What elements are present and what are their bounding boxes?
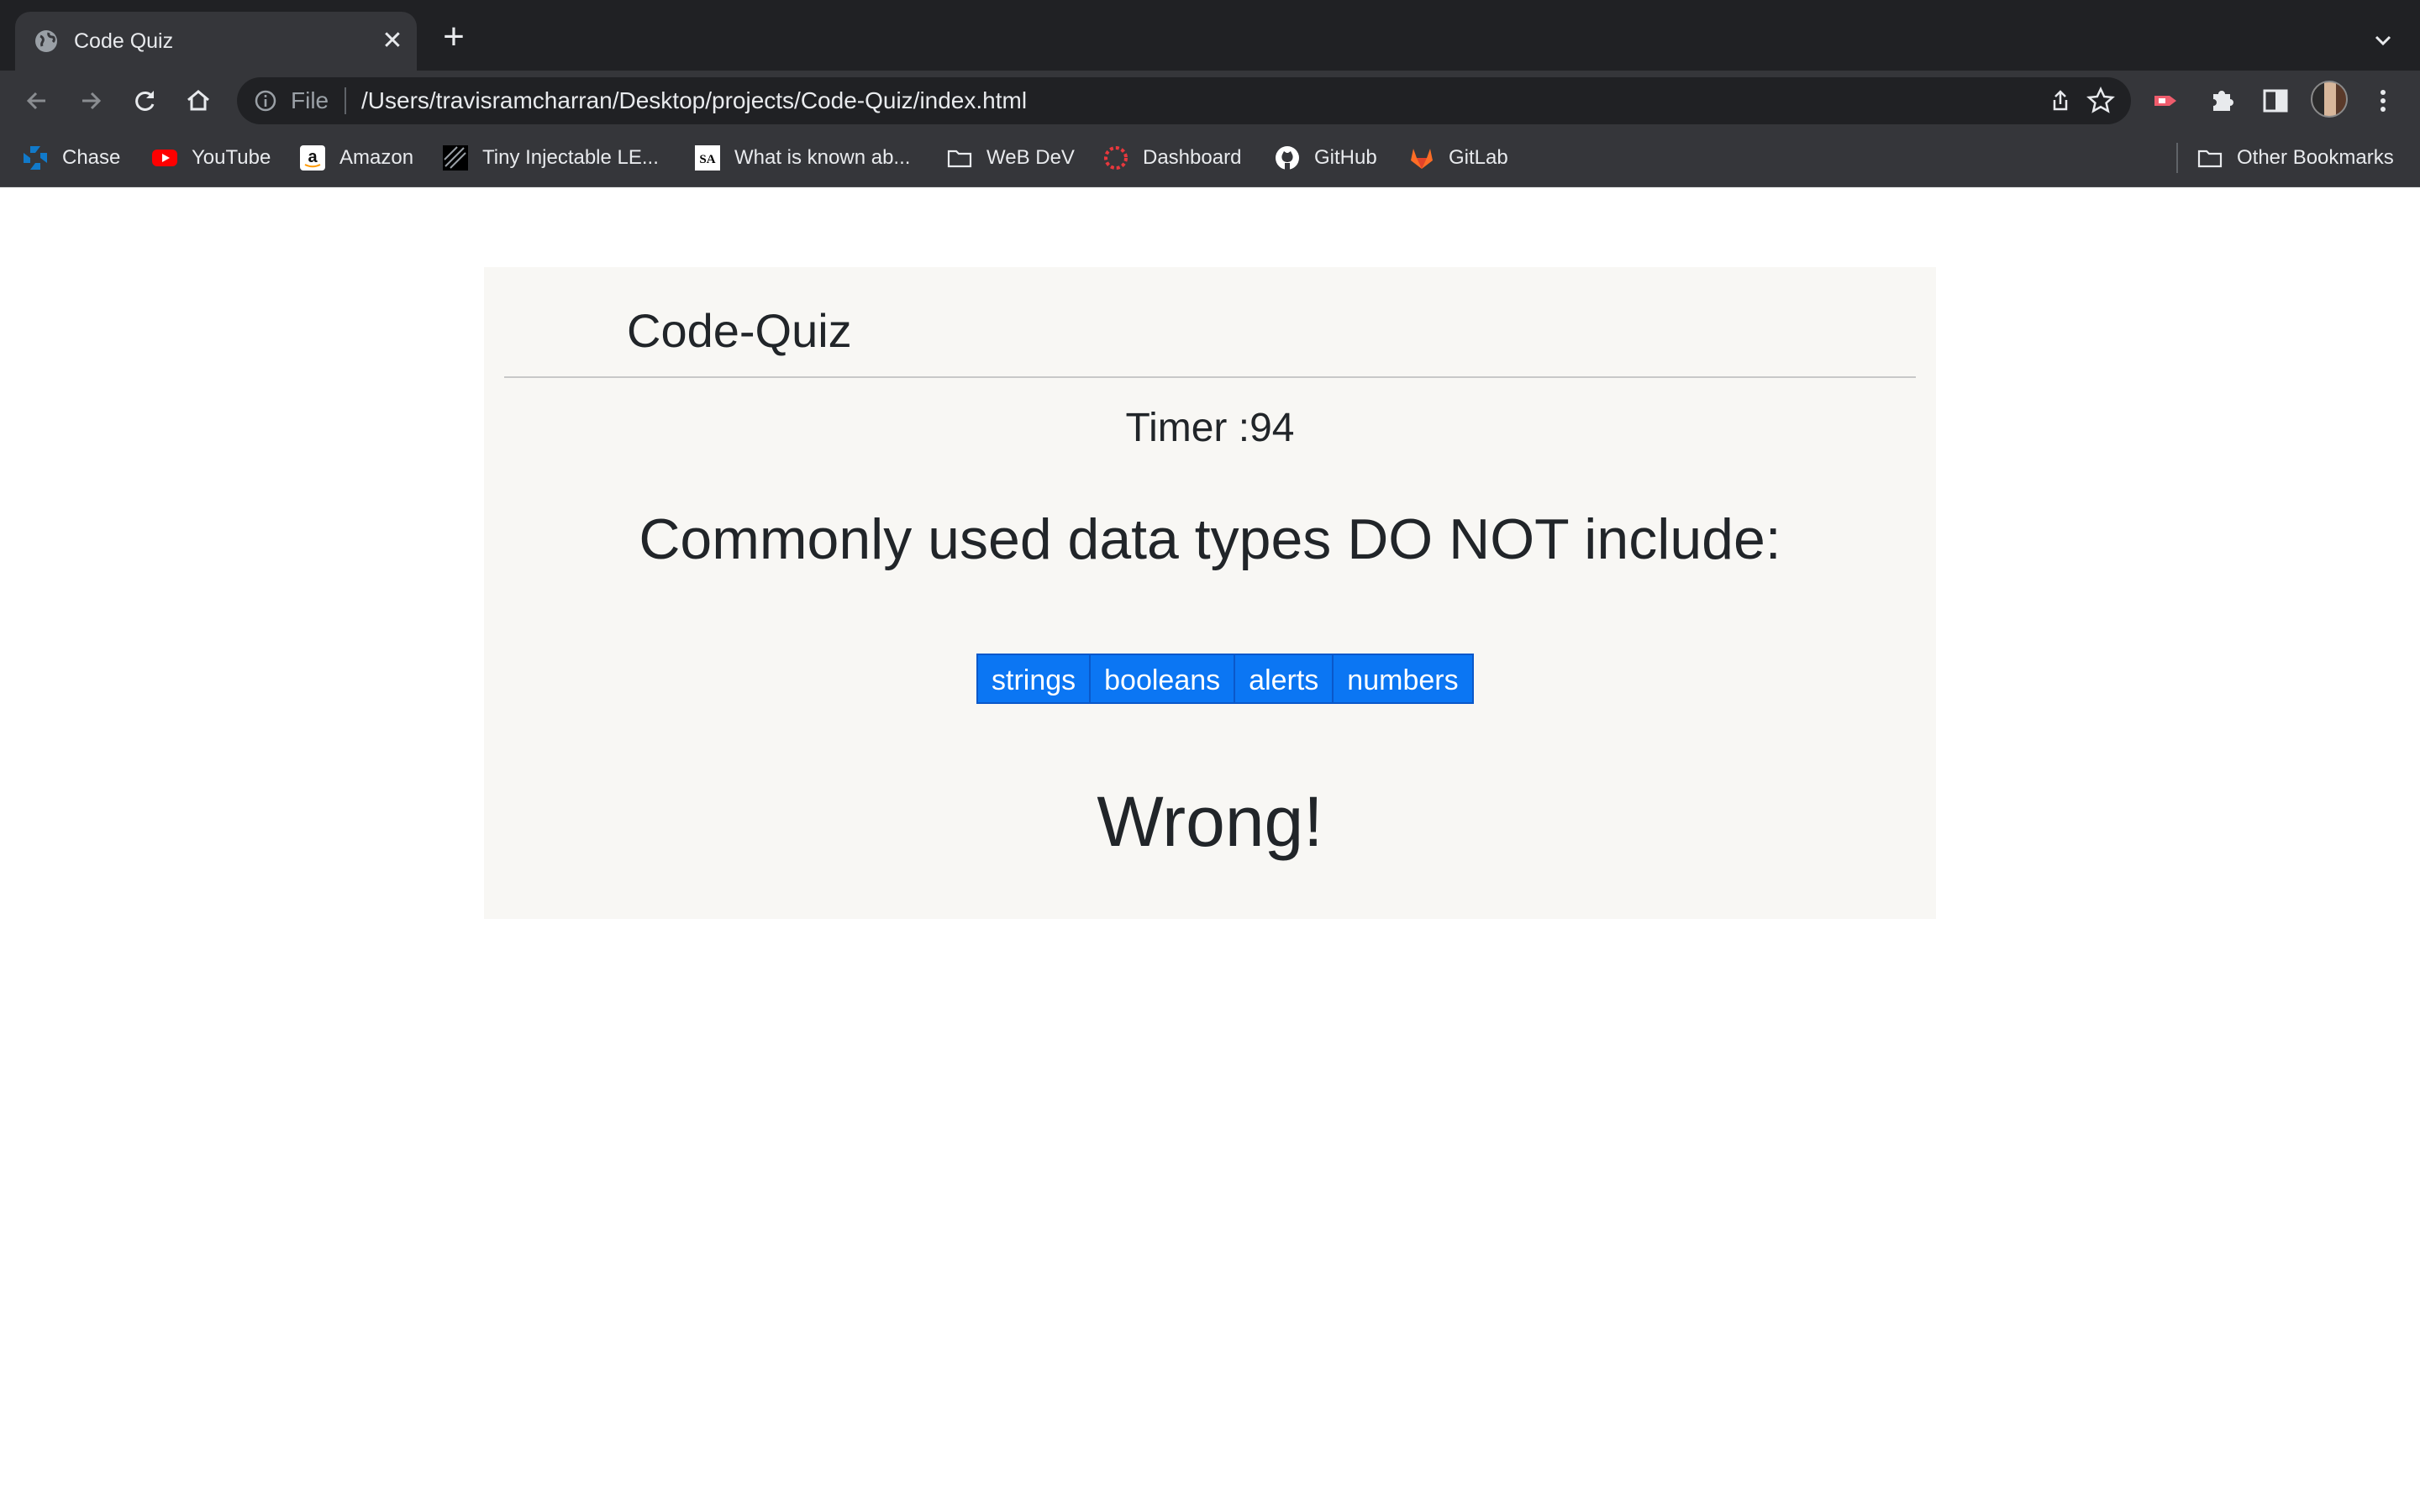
star-icon[interactable] [2086, 86, 2116, 116]
chase-icon [24, 146, 47, 170]
bookmark-label: Tiny Injectable LE... [482, 146, 659, 169]
bookmark-label: WeB DeV [986, 146, 1075, 169]
bookmark-label: Other Bookmarks [2237, 146, 2394, 169]
title-divider [504, 376, 1916, 378]
bookmark-label: GitLab [1449, 146, 1508, 169]
bookmark-github[interactable]: GitHub [1274, 143, 1377, 173]
choice-strings-button[interactable]: strings [976, 654, 1092, 704]
browser-toolbar: File /Users/travisramcharran/Desktop/pro… [0, 71, 2420, 131]
info-icon[interactable] [254, 89, 277, 113]
answer-feedback: Wrong! [1097, 782, 1323, 861]
youtube-icon [152, 150, 177, 166]
answer-choices: strings booleans alerts numbers [976, 654, 1474, 704]
tab-title: Code Quiz [74, 29, 174, 53]
question-text: Commonly used data types DO NOT include: [639, 507, 1781, 571]
url-scheme: File [291, 87, 329, 113]
bookmark-label: Chase [62, 146, 121, 169]
dashboard-icon [1104, 146, 1128, 170]
timer-display: Timer :94 [1125, 406, 1295, 450]
quiz-card: Code-Quiz Timer :94 Commonly used data t… [484, 267, 1936, 919]
menu-icon[interactable] [2365, 82, 2402, 119]
share-icon[interactable] [2047, 87, 2074, 114]
folder-icon [2197, 150, 2223, 168]
tab-strip: Code Quiz ✕ + [0, 0, 2420, 71]
bookmark-label: GitHub [1314, 146, 1377, 169]
globe-icon [35, 30, 57, 52]
address-bar[interactable]: File /Users/travisramcharran/Desktop/pro… [237, 77, 2131, 124]
bookmark-label: What is known ab... [734, 146, 911, 169]
back-icon[interactable] [18, 82, 55, 119]
choice-alerts-button[interactable]: alerts [1234, 654, 1334, 704]
bookmark-youtube[interactable]: YouTube [151, 143, 271, 173]
extension-icon[interactable] [2148, 82, 2185, 119]
chevron-down-icon[interactable] [2366, 24, 2400, 57]
choice-numbers-button[interactable]: numbers [1332, 654, 1474, 704]
bookmark-chase[interactable]: Chase [22, 143, 120, 173]
bookmark-label: YouTube [192, 146, 271, 169]
gitlab-icon [1411, 149, 1433, 169]
url-text[interactable]: /Users/travisramcharran/Desktop/projects… [361, 87, 1027, 114]
page-title: Code-Quiz [627, 304, 852, 357]
bookmark-label: Amazon [339, 146, 414, 169]
bookmark-tiny-injectable[interactable]: Tiny Injectable LE... [442, 143, 659, 173]
reload-icon[interactable] [126, 82, 163, 119]
amazon-icon: a [300, 145, 325, 171]
tab-close-button[interactable]: ✕ [378, 27, 407, 55]
profile-avatar[interactable] [2311, 81, 2348, 118]
bookmark-amazon[interactable]: a Amazon [299, 143, 413, 173]
sa-icon: SA [695, 145, 720, 171]
side-panel-icon[interactable] [2257, 82, 2294, 119]
new-tab-button[interactable]: + [437, 18, 471, 55]
bookmark-gitlab[interactable]: GitLab [1408, 143, 1508, 173]
bookmark-label: Dashboard [1143, 146, 1242, 169]
bookmark-what-is-known[interactable]: SA What is known ab... [694, 143, 910, 173]
bookmark-dashboard[interactable]: Dashboard [1102, 143, 1241, 173]
svg-text:SA: SA [699, 153, 715, 166]
bookmark-other-bookmarks[interactable]: Other Bookmarks [2196, 143, 2394, 173]
svg-text:a: a [308, 148, 318, 166]
home-icon[interactable] [180, 82, 217, 119]
github-icon [1276, 146, 1299, 170]
forward-icon[interactable] [72, 82, 109, 119]
choice-booleans-button[interactable]: booleans [1089, 654, 1236, 704]
browser-tab[interactable]: Code Quiz ✕ [15, 12, 417, 71]
folder-icon [947, 150, 972, 168]
bookmark-folder-web-dev[interactable]: WeB DeV [946, 143, 1075, 173]
url-separator [345, 87, 346, 114]
tiny-injectable-icon [443, 145, 468, 171]
bookmarks-bar: Chase YouTube a Amazon Tiny Injectable L… [0, 131, 2420, 187]
puzzle-icon[interactable] [2203, 82, 2240, 119]
bookmarks-separator [2176, 143, 2178, 173]
